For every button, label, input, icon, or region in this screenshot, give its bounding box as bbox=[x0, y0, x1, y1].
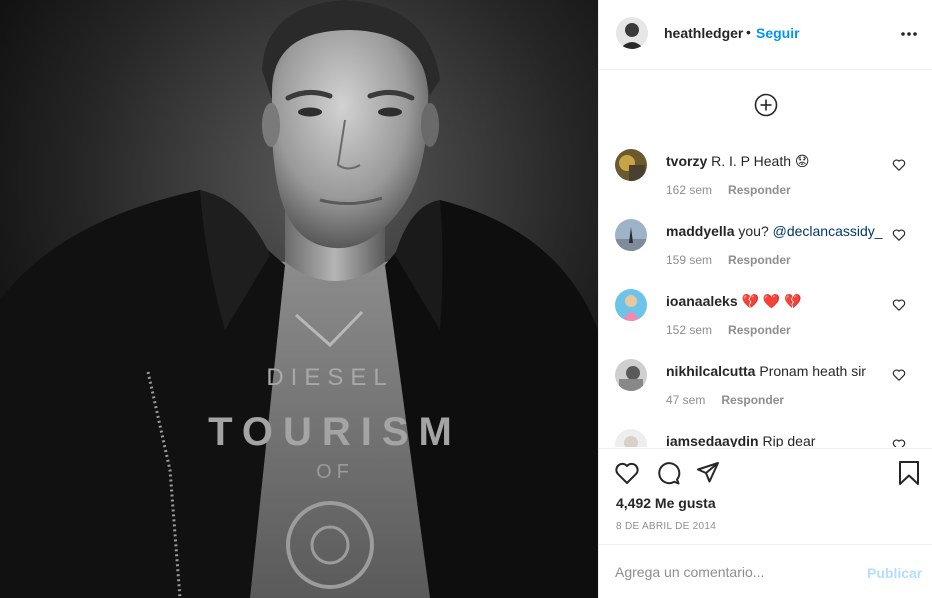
portrait-image: DIESEL TOURISM OF bbox=[0, 0, 598, 598]
commenter-avatar[interactable] bbox=[615, 149, 647, 181]
author-username[interactable]: heathledger bbox=[664, 25, 743, 41]
comment-emoji: 😟 bbox=[794, 153, 810, 169]
comment-username[interactable]: tvorzy bbox=[666, 153, 707, 169]
like-count[interactable]: 4,492 Me gusta bbox=[616, 495, 716, 511]
comment-text: maddyella you? @declancassidy_ bbox=[666, 223, 883, 239]
comment-body: you? bbox=[738, 223, 769, 239]
shirt-text-line-2: TOURISM bbox=[208, 410, 462, 454]
commenter-avatar[interactable] bbox=[615, 219, 647, 251]
heart-icon[interactable] bbox=[892, 228, 906, 242]
comment-body: 💔 ❤️ 💔 bbox=[741, 293, 802, 309]
reply-button[interactable]: Responder bbox=[721, 393, 784, 407]
comment-item: tvorzy R. I. P Heath 😟 162 sem Responder bbox=[599, 143, 932, 213]
comment-item: iamsedaaydin Rip dear bbox=[599, 423, 932, 447]
comment-time[interactable]: 152 sem bbox=[666, 323, 712, 337]
commenter-avatar[interactable] bbox=[615, 429, 647, 447]
bookmark-icon[interactable] bbox=[896, 460, 922, 486]
post-date[interactable]: 8 DE ABRIL DE 2014 bbox=[616, 521, 716, 532]
post-actions: 4,492 Me gusta 8 DE ABRIL DE 2014 bbox=[599, 448, 932, 544]
post-photo[interactable]: DIESEL TOURISM OF bbox=[0, 0, 598, 598]
comment-meta: 159 sem Responder bbox=[666, 253, 791, 267]
comment-body: Rip dear bbox=[762, 433, 816, 447]
follow-button[interactable]: Seguir bbox=[756, 25, 800, 41]
heart-icon[interactable] bbox=[892, 368, 906, 382]
comment-username[interactable]: nikhilcalcutta bbox=[666, 363, 755, 379]
post-header: heathledger • Seguir bbox=[599, 0, 932, 70]
comment-mention[interactable]: @declancassidy_ bbox=[773, 223, 883, 239]
comment-time[interactable]: 159 sem bbox=[666, 253, 712, 267]
more-horizontal-icon[interactable] bbox=[899, 24, 919, 44]
reply-button[interactable]: Responder bbox=[728, 183, 791, 197]
comment-meta: 47 sem Responder bbox=[666, 393, 784, 407]
comment-icon[interactable] bbox=[655, 460, 681, 486]
comment-time[interactable]: 47 sem bbox=[666, 393, 705, 407]
comment-meta: 162 sem Responder bbox=[666, 183, 791, 197]
share-icon[interactable] bbox=[695, 460, 721, 486]
comment-text: ioanaaleks 💔 ❤️ 💔 bbox=[666, 293, 802, 310]
post-side-panel: heathledger • Seguir tvorzy R. I. P Heat… bbox=[598, 0, 932, 598]
comments-list[interactable]: tvorzy R. I. P Heath 😟 162 sem Responder … bbox=[599, 71, 932, 447]
comment-text: nikhilcalcutta Pronam heath sir bbox=[666, 363, 866, 379]
comment-username[interactable]: iamsedaaydin bbox=[666, 433, 759, 447]
heart-icon[interactable] bbox=[892, 438, 906, 447]
comment-composer: Publicar bbox=[599, 544, 932, 598]
commenter-avatar[interactable] bbox=[615, 359, 647, 391]
comment-item: nikhilcalcutta Pronam heath sir 47 sem Re… bbox=[599, 353, 932, 423]
reply-button[interactable]: Responder bbox=[728, 323, 791, 337]
comment-body: Pronam heath sir bbox=[759, 363, 866, 379]
comment-text: iamsedaaydin Rip dear bbox=[666, 433, 815, 447]
commenter-avatar[interactable] bbox=[615, 289, 647, 321]
comment-text: tvorzy R. I. P Heath 😟 bbox=[666, 153, 810, 170]
heart-icon[interactable] bbox=[892, 158, 906, 172]
comment-meta: 152 sem Responder bbox=[666, 323, 791, 337]
comment-time[interactable]: 162 sem bbox=[666, 183, 712, 197]
reply-button[interactable]: Responder bbox=[728, 253, 791, 267]
plus-circle-icon[interactable] bbox=[754, 93, 778, 117]
comment-input[interactable] bbox=[615, 559, 845, 585]
shirt-text-line-1: DIESEL bbox=[266, 364, 393, 391]
separator-dot: • bbox=[746, 24, 751, 40]
author-avatar[interactable] bbox=[616, 17, 648, 49]
shirt-text-line-3: OF bbox=[316, 461, 354, 483]
comment-username[interactable]: ioanaaleks bbox=[666, 293, 738, 309]
comment-username[interactable]: maddyella bbox=[666, 223, 734, 239]
comment-body: R. I. P Heath bbox=[711, 153, 792, 169]
comment-item: ioanaaleks 💔 ❤️ 💔 152 sem Responder bbox=[599, 283, 932, 353]
heart-icon[interactable] bbox=[614, 460, 640, 486]
comment-item: maddyella you? @declancassidy_ 159 sem Re… bbox=[599, 213, 932, 283]
publish-button[interactable]: Publicar bbox=[867, 565, 922, 581]
heart-icon[interactable] bbox=[892, 298, 906, 312]
